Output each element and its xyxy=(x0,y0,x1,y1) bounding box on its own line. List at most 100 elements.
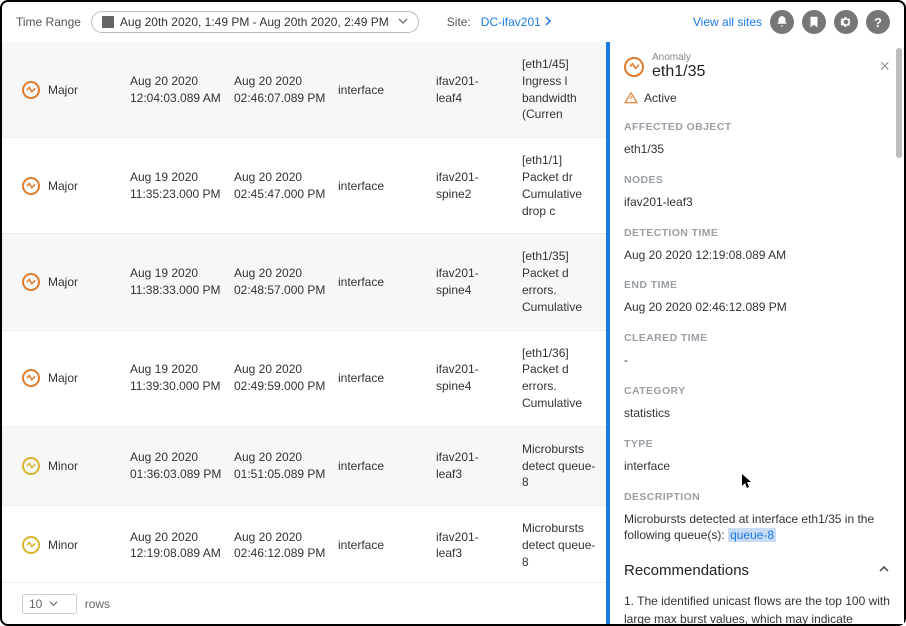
time-range-picker[interactable]: Aug 20th 2020, 1:49 PM - Aug 20th 2020, … xyxy=(91,11,419,33)
description-cell: [eth1/36] Packet d errors. Cumulative xyxy=(522,345,602,412)
notifications-button[interactable] xyxy=(770,10,794,34)
cleared-time: Aug 20 2020 02:45:47.000 PM xyxy=(234,169,330,203)
table-row[interactable]: Major Aug 19 2020 11:35:23.000 PM Aug 20… xyxy=(2,138,606,234)
nodes-value: ifav201-leaf3 xyxy=(624,194,890,211)
category-cell: interface xyxy=(338,83,428,97)
node-cell: ifav201- spine2 xyxy=(436,169,514,203)
bookmark-icon xyxy=(807,15,821,29)
nodes-label: NODES xyxy=(624,174,890,186)
anomaly-icon xyxy=(624,57,644,77)
severity-icon xyxy=(22,273,40,291)
chevron-down-icon xyxy=(49,597,58,611)
severity-label: Minor xyxy=(48,538,78,552)
category-cell: interface xyxy=(338,459,428,473)
gear-icon xyxy=(839,15,853,29)
detection-time-value: Aug 20 2020 12:19:08.089 AM xyxy=(624,247,890,264)
recommendation-item: 1. The identified unicast flows are the … xyxy=(624,593,890,624)
scrollbar[interactable] xyxy=(896,48,902,158)
affected-object-value: eth1/35 xyxy=(624,141,890,158)
node-cell: ifav201- leaf4 xyxy=(436,73,514,107)
created-time: Aug 20 2020 12:19:08.089 AM xyxy=(130,529,226,563)
panel-overline: Anomaly xyxy=(652,52,705,63)
severity-label: Major xyxy=(48,179,78,193)
severity-label: Major xyxy=(48,275,78,289)
description-cell: Microbursts detect queue-8 xyxy=(522,441,602,491)
created-time: Aug 20 2020 12:04:03.089 AM xyxy=(130,73,226,107)
created-time: Aug 19 2020 11:35:23.000 PM xyxy=(130,169,226,203)
type-value: interface xyxy=(624,458,890,475)
anomaly-table: Major Aug 20 2020 12:04:03.089 AM Aug 20… xyxy=(2,42,606,624)
description-cell: [eth1/35] Packet d errors. Cumulative xyxy=(522,248,602,315)
table-row[interactable]: Minor Aug 20 2020 01:36:03.089 PM Aug 20… xyxy=(2,427,606,506)
description-value: Microbursts detected at interface eth1/3… xyxy=(624,511,890,545)
end-time-value: Aug 20 2020 02:46:12.089 PM xyxy=(624,299,890,316)
created-time: Aug 20 2020 01:36:03.089 PM xyxy=(130,449,226,483)
description-cell: [eth1/1] Packet dr Cumulative drop c xyxy=(522,152,602,219)
site-link[interactable]: DC-ifav201 xyxy=(481,15,552,29)
detail-panel: Anomaly eth1/35 × Active AFFECTED OBJECT… xyxy=(606,42,904,624)
table-row[interactable]: Major Aug 19 2020 11:38:33.000 PM Aug 20… xyxy=(2,234,606,330)
severity-icon xyxy=(22,369,40,387)
view-all-sites-link[interactable]: View all sites xyxy=(693,15,762,29)
detection-time-label: DETECTION TIME xyxy=(624,227,890,239)
cleared-time-value: - xyxy=(624,352,890,369)
node-cell: ifav201- spine4 xyxy=(436,265,514,299)
warning-triangle-icon xyxy=(624,91,638,105)
type-label: TYPE xyxy=(624,438,890,450)
end-time-label: END TIME xyxy=(624,279,890,291)
severity-icon xyxy=(22,457,40,475)
created-time: Aug 19 2020 11:38:33.000 PM xyxy=(130,265,226,299)
close-panel-button[interactable]: × xyxy=(879,56,890,77)
chevron-down-icon xyxy=(398,15,408,29)
node-cell: ifav201- leaf3 xyxy=(436,449,514,483)
severity-icon xyxy=(22,81,40,99)
table-row[interactable]: Major Aug 19 2020 11:39:30.000 PM Aug 20… xyxy=(2,331,606,427)
bell-icon xyxy=(775,15,789,29)
category-cell: interface xyxy=(338,179,428,193)
chevron-up-icon xyxy=(878,562,890,579)
cleared-time: Aug 20 2020 02:48:57.000 PM xyxy=(234,265,330,299)
severity-label: Major xyxy=(48,371,78,385)
panel-title: eth1/35 xyxy=(652,63,705,81)
queue-highlight: queue-8 xyxy=(728,528,776,542)
recommendations-toggle[interactable]: Recommendations xyxy=(624,562,890,579)
table-footer: 10 rows xyxy=(2,582,606,624)
close-icon: × xyxy=(879,56,890,76)
node-cell: ifav201- leaf3 xyxy=(436,529,514,563)
severity-icon xyxy=(22,536,40,554)
category-cell: interface xyxy=(338,538,428,552)
severity-icon xyxy=(22,177,40,195)
description-cell: Microbursts detect queue-8 xyxy=(522,520,602,570)
affected-object-label: AFFECTED OBJECT xyxy=(624,121,890,133)
severity-label: Major xyxy=(48,83,78,97)
category-cell: interface xyxy=(338,275,428,289)
cleared-time: Aug 20 2020 02:46:12.089 PM xyxy=(234,529,330,563)
question-icon: ? xyxy=(874,15,882,30)
created-time: Aug 19 2020 11:39:30.000 PM xyxy=(130,361,226,395)
bookmarks-button[interactable] xyxy=(802,10,826,34)
table-row[interactable]: Minor Aug 20 2020 12:19:08.089 AM Aug 20… xyxy=(2,506,606,582)
chevron-right-icon xyxy=(544,15,552,29)
rows-label: rows xyxy=(85,597,110,611)
category-label: CATEGORY xyxy=(624,385,890,397)
severity-label: Minor xyxy=(48,459,78,473)
table-row[interactable]: Major Aug 20 2020 12:04:03.089 AM Aug 20… xyxy=(2,42,606,138)
cleared-time: Aug 20 2020 02:46:07.089 PM xyxy=(234,73,330,107)
description-label: DESCRIPTION xyxy=(624,491,890,503)
category-value: statistics xyxy=(624,405,890,422)
calendar-icon xyxy=(102,16,114,28)
help-button[interactable]: ? xyxy=(866,10,890,34)
site-label: Site: xyxy=(447,15,471,29)
cleared-time-label: CLEARED TIME xyxy=(624,332,890,344)
panel-status: Active xyxy=(644,91,677,105)
category-cell: interface xyxy=(338,371,428,385)
description-cell: [eth1/45] Ingress l bandwidth (Curren xyxy=(522,56,602,123)
settings-button[interactable] xyxy=(834,10,858,34)
cleared-time: Aug 20 2020 01:51:05.089 PM xyxy=(234,449,330,483)
time-range-label: Time Range xyxy=(16,15,81,29)
cleared-time: Aug 20 2020 02:49:59.000 PM xyxy=(234,361,330,395)
page-size-select[interactable]: 10 xyxy=(22,594,77,614)
time-range-value: Aug 20th 2020, 1:49 PM - Aug 20th 2020, … xyxy=(120,15,389,29)
node-cell: ifav201- spine4 xyxy=(436,361,514,395)
top-bar: Time Range Aug 20th 2020, 1:49 PM - Aug … xyxy=(2,2,904,42)
